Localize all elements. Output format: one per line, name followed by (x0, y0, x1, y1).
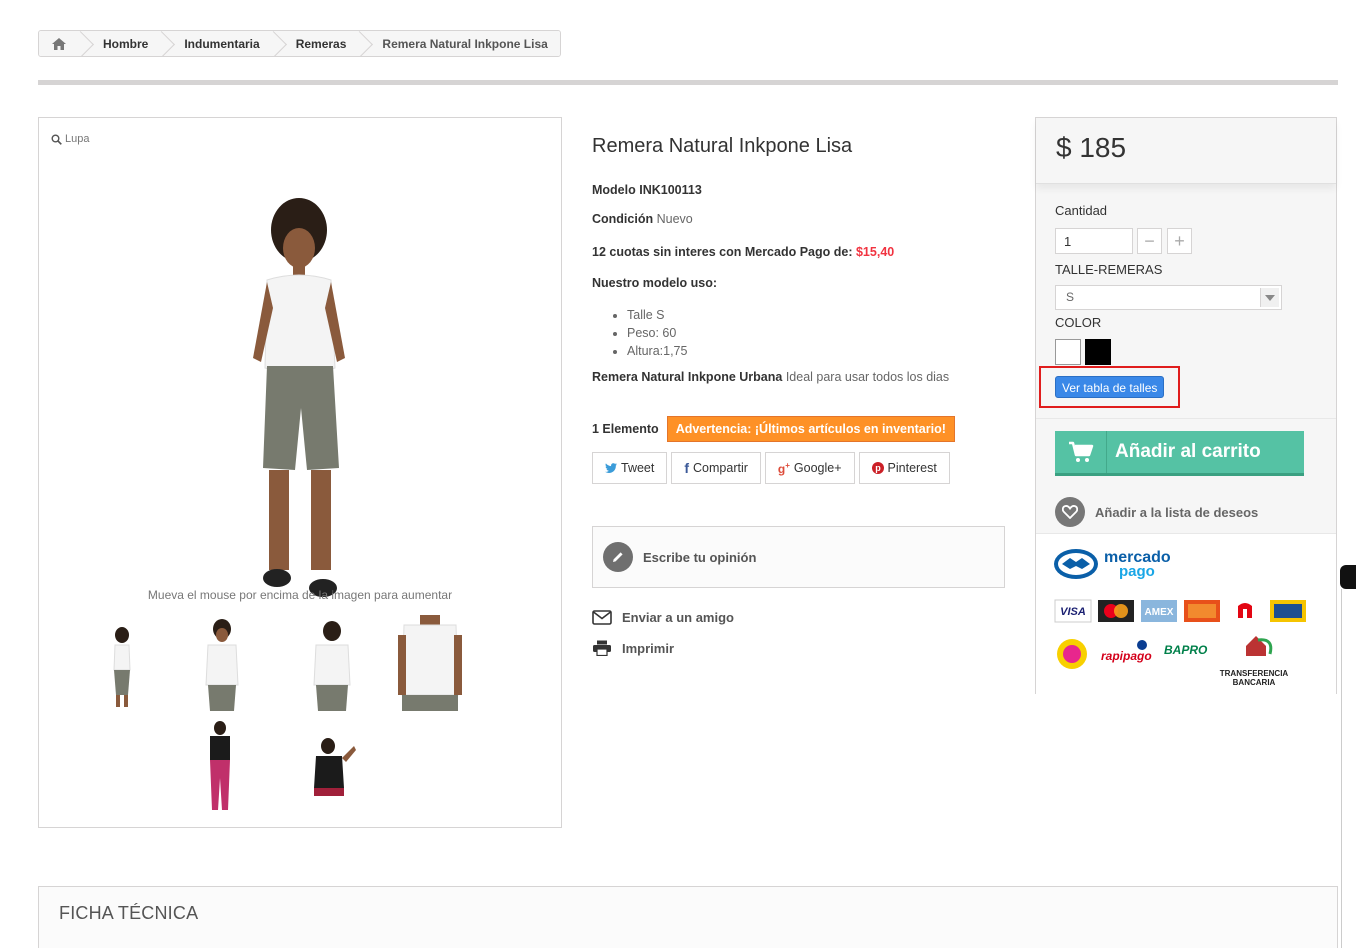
spec-item: Peso: 60 (627, 324, 687, 342)
technical-sheet-title: FICHA TÉCNICA (59, 903, 199, 923)
color-label: COLOR (1055, 315, 1102, 330)
thumbnail-6[interactable] (294, 718, 366, 814)
payment-logos: mercado pago VISA AMEX rapipago BAPRO TR… (1054, 549, 1306, 687)
cart-area: Añadir al carrito Añadir a la lista de d… (1036, 418, 1336, 533)
buy-box: $ 185 Cantidad − + TALLE-REMERAS S COLOR… (1035, 117, 1337, 694)
print-link[interactable]: Imprimir (592, 640, 674, 656)
model-specs-list: Talle S Peso: 60 Altura:1,75 (627, 306, 687, 360)
thumbnail-1[interactable] (86, 615, 158, 711)
breadcrumb: Hombre Indumentaria Remeras Remera Natur… (38, 30, 561, 57)
model-value: INK100113 (639, 183, 702, 197)
mercado-pago-logo: mercado pago (1054, 549, 1171, 580)
svg-text:AMEX: AMEX (1145, 607, 1174, 618)
card-logos: VISA AMEX (1054, 599, 1306, 623)
add-to-wishlist-link[interactable]: Añadir a la lista de deseos (1055, 497, 1258, 527)
size-select[interactable]: S (1055, 285, 1282, 310)
installments-value: $15,40 (855, 245, 895, 259)
write-review-box[interactable]: Escribe tu opinión (592, 526, 1005, 588)
condition-value: Nuevo (656, 212, 693, 226)
quantity-decrease-button[interactable]: − (1137, 228, 1162, 254)
thumbnail-3[interactable] (296, 615, 368, 711)
installments-line: 12 cuotas sin interes con Mercado Pago d… (592, 245, 895, 259)
home-icon (52, 37, 66, 50)
thumbnail-4[interactable] (394, 615, 466, 711)
breadcrumb-home[interactable] (39, 31, 81, 56)
heart-icon (1055, 497, 1085, 527)
model-use-heading: Nuestro modelo uso: (592, 276, 718, 290)
svg-text:BAPRO: BAPRO (1164, 643, 1208, 657)
svg-text:TRANSFERENCIA: TRANSFERENCIA (1220, 669, 1289, 678)
google-plus-icon: g+ (777, 460, 790, 476)
pencil-icon (603, 542, 633, 572)
product-description: Remera Natural Inkpone Urbana Ideal para… (592, 370, 950, 384)
pinterest-button[interactable]: p Pinterest (858, 452, 950, 484)
color-swatch-white[interactable] (1055, 339, 1081, 365)
send-to-friend-link[interactable]: Enviar a un amigo (592, 610, 734, 625)
svg-text:BANCARIA: BANCARIA (1233, 678, 1276, 687)
zoom-hint: Mueva el mouse por encima de la imagen p… (147, 588, 453, 602)
spec-item: Altura:1,75 (627, 342, 687, 360)
stock-row: 1 Elemento Advertencia: ¡Últimos artícul… (592, 416, 955, 442)
product-main-image[interactable] (209, 188, 389, 628)
thumbnail-5[interactable] (184, 718, 256, 814)
envelope-icon (592, 610, 612, 625)
zoom-toggle[interactable]: Lupa (51, 133, 89, 145)
payment-methods: mercado pago VISA AMEX rapipago BAPRO TR… (1036, 533, 1336, 694)
share-buttons: Tweet f Compartir g+ Google+ p Pinterest (592, 452, 950, 484)
chevron-down-icon (1260, 288, 1279, 307)
condition-line: Condición Nuevo (592, 212, 693, 226)
printer-icon (593, 640, 611, 656)
svg-text:pago: pago (1119, 563, 1155, 580)
breadcrumb-item-indumentaria[interactable]: Indumentaria (162, 31, 274, 56)
other-payment-logos: rapipago BAPRO TRANSFERENCIA BANCARIA (1057, 636, 1288, 687)
quantity-increase-button[interactable]: + (1167, 228, 1192, 254)
model-line: Modelo INK100113 (592, 183, 702, 197)
product-image-box: Lupa Mueva el mouse por encima de la ima… (38, 117, 562, 828)
google-plus-button[interactable]: g+ Google+ (764, 452, 855, 484)
quantity-input[interactable] (1055, 228, 1133, 254)
svg-text:rapipago: rapipago (1101, 649, 1152, 663)
size-label: TALLE-REMERAS (1055, 262, 1163, 277)
twitter-icon (605, 463, 617, 473)
low-stock-warning: Advertencia: ¡Últimos artículos en inven… (666, 416, 955, 442)
add-to-cart-button[interactable]: Añadir al carrito (1055, 431, 1304, 476)
quantity-label: Cantidad (1055, 203, 1108, 218)
spec-item: Talle S (627, 306, 687, 324)
thumbnail-2[interactable] (186, 615, 258, 711)
color-swatch-black[interactable] (1085, 339, 1111, 365)
scroll-track (1341, 589, 1342, 948)
side-tab[interactable] (1340, 565, 1356, 589)
facebook-icon: f (684, 460, 690, 476)
size-table-button[interactable]: Ver tabla de talles (1055, 376, 1165, 398)
stock-count: 1 Elemento (592, 422, 659, 436)
facebook-share-button[interactable]: f Compartir (671, 452, 761, 484)
product-price: $ 185 (1056, 132, 1127, 163)
svg-text:VISA: VISA (1060, 606, 1086, 618)
svg-text:p: p (875, 463, 881, 473)
pinterest-icon: p (871, 462, 884, 474)
cart-icon (1055, 431, 1107, 473)
tweet-button[interactable]: Tweet (592, 452, 668, 484)
breadcrumb-current: Remera Natural Inkpone Lisa (360, 31, 560, 56)
technical-sheet: FICHA TÉCNICA (38, 886, 1338, 948)
section-divider (38, 80, 1338, 85)
magnifier-icon (51, 134, 62, 145)
product-title: Remera Natural Inkpone Lisa (592, 135, 853, 157)
